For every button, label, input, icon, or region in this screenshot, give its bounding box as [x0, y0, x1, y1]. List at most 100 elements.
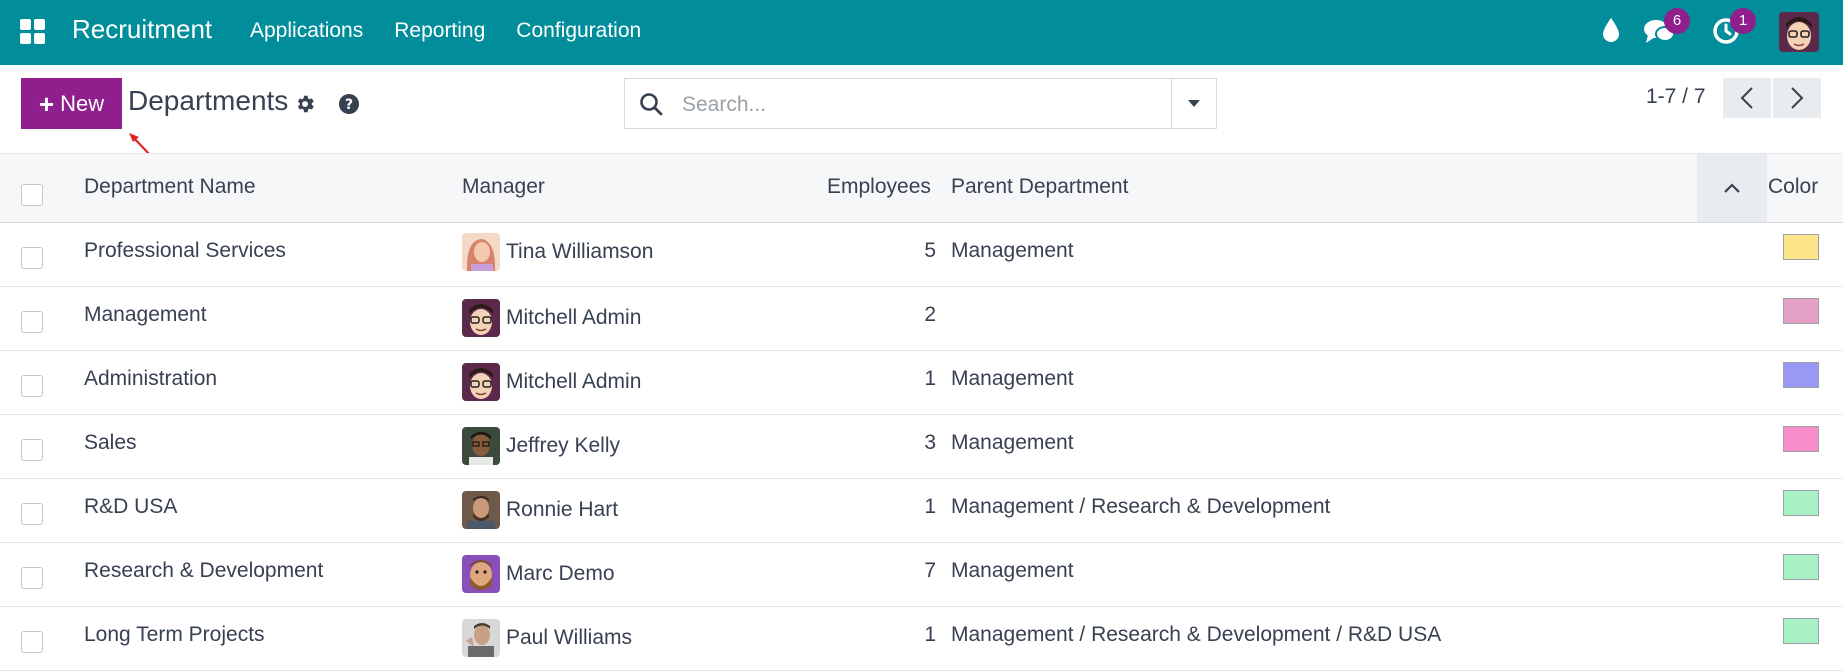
color-swatch[interactable]	[1783, 490, 1819, 516]
manager-name: Marc Demo	[506, 562, 615, 585]
table-row[interactable]: R&D USA Ronnie Hart 1 Management / Resea…	[0, 479, 1843, 543]
gear-icon[interactable]	[294, 93, 316, 115]
employee-count: 7	[924, 559, 936, 582]
manager-cell[interactable]: Tina Williamson	[462, 233, 653, 271]
color-swatch[interactable]	[1783, 618, 1819, 644]
employee-count: 1	[924, 367, 936, 390]
activities-badge: 1	[1730, 8, 1756, 34]
column-department-name[interactable]: Department Name	[84, 175, 256, 199]
parent-department[interactable]: Management / Research & Development / R&…	[951, 623, 1441, 647]
drop-icon[interactable]	[1600, 16, 1622, 44]
plus-icon: +	[38, 88, 55, 119]
manager-avatar	[462, 491, 500, 529]
employee-count: 5	[924, 239, 936, 262]
search-input[interactable]	[680, 88, 1154, 122]
apps-grid-icon[interactable]	[20, 19, 46, 45]
table-row[interactable]: Professional Services Tina Williamson 5 …	[0, 223, 1843, 287]
parent-department[interactable]: Management / Research & Development	[951, 495, 1330, 519]
manager-cell[interactable]: Ronnie Hart	[462, 491, 618, 529]
manager-avatar	[462, 363, 500, 401]
row-checkbox[interactable]	[21, 567, 43, 589]
manager-name: Tina Williamson	[506, 240, 654, 263]
manager-avatar	[462, 233, 500, 271]
manager-name: Mitchell Admin	[506, 306, 642, 329]
pager-previous-button[interactable]	[1723, 78, 1771, 118]
color-swatch[interactable]	[1783, 234, 1819, 260]
department-name[interactable]: Professional Services	[84, 239, 286, 263]
user-avatar[interactable]	[1779, 12, 1819, 52]
row-checkbox[interactable]	[21, 311, 43, 333]
manager-avatar	[462, 555, 500, 593]
manager-cell[interactable]: Mitchell Admin	[462, 363, 641, 401]
search-options-toggle[interactable]	[1171, 79, 1216, 128]
pager-next-button[interactable]	[1773, 78, 1821, 118]
row-checkbox[interactable]	[21, 439, 43, 461]
table-header: Department Name Manager Employees Parent…	[0, 153, 1843, 223]
new-button-label: New	[60, 90, 105, 116]
color-swatch[interactable]	[1783, 554, 1819, 580]
parent-department[interactable]: Management	[951, 367, 1074, 391]
column-color[interactable]: Color	[1768, 175, 1818, 199]
color-swatch[interactable]	[1783, 298, 1819, 324]
messages-badge: 6	[1664, 8, 1690, 34]
table-row[interactable]: Administration Mitchell Admin 1 Manageme…	[0, 351, 1843, 415]
row-checkbox[interactable]	[21, 375, 43, 397]
department-name[interactable]: Long Term Projects	[84, 623, 265, 647]
department-name[interactable]: Sales	[84, 431, 137, 455]
table-row[interactable]: Long Term Projects Paul Williams 1 Manag…	[0, 607, 1843, 671]
parent-department[interactable]: Management	[951, 559, 1074, 583]
employee-count: 1	[924, 623, 936, 646]
caret-down-icon	[1188, 99, 1200, 107]
manager-avatar	[462, 427, 500, 465]
pager-value[interactable]: 1-7 / 7	[1646, 85, 1706, 109]
table-row[interactable]: Research & Development Marc Demo 7 Manag…	[0, 543, 1843, 607]
employee-count: 3	[924, 431, 936, 454]
chevron-up-icon	[1724, 183, 1740, 193]
manager-cell[interactable]: Paul Williams	[462, 619, 632, 657]
table-row[interactable]: Management Mitchell Admin 2	[0, 287, 1843, 351]
department-name[interactable]: Management	[84, 303, 207, 327]
main-menu: Applications Reporting Configuration	[250, 19, 641, 43]
svg-text:?: ?	[345, 97, 353, 113]
column-sort-toggle[interactable]	[1697, 154, 1767, 222]
menu-applications[interactable]: Applications	[250, 19, 363, 43]
control-panel: + New Departments ? 1-7 / 7	[0, 65, 1843, 158]
manager-cell[interactable]: Marc Demo	[462, 555, 615, 593]
parent-department[interactable]: Management	[951, 431, 1074, 455]
manager-avatar	[462, 299, 500, 337]
menu-reporting[interactable]: Reporting	[394, 19, 485, 43]
top-navbar: Recruitment Applications Reporting Confi…	[0, 0, 1843, 65]
color-swatch[interactable]	[1783, 362, 1819, 388]
search-icon	[640, 93, 663, 116]
manager-name: Jeffrey Kelly	[506, 434, 620, 457]
select-all-checkbox[interactable]	[21, 184, 43, 206]
row-checkbox[interactable]	[21, 503, 43, 525]
new-button[interactable]: + New	[21, 78, 122, 129]
column-employees[interactable]: Employees	[827, 175, 931, 199]
row-checkbox[interactable]	[21, 247, 43, 269]
manager-name: Ronnie Hart	[506, 498, 619, 521]
chevron-right-icon	[1791, 87, 1804, 109]
employee-count: 2	[924, 303, 936, 326]
help-icon[interactable]: ?	[338, 93, 360, 115]
color-swatch[interactable]	[1783, 426, 1819, 452]
column-parent-department[interactable]: Parent Department	[951, 175, 1128, 199]
search-bar	[624, 78, 1217, 129]
department-name[interactable]: R&D USA	[84, 495, 177, 519]
department-name[interactable]: Research & Development	[84, 559, 323, 583]
employee-count: 1	[924, 495, 936, 518]
chevron-left-icon	[1740, 87, 1753, 109]
row-checkbox[interactable]	[21, 631, 43, 653]
column-manager[interactable]: Manager	[462, 175, 545, 199]
manager-cell[interactable]: Jeffrey Kelly	[462, 427, 620, 465]
manager-name: Paul Williams	[506, 626, 633, 649]
menu-configuration[interactable]: Configuration	[516, 19, 641, 43]
app-title[interactable]: Recruitment	[72, 14, 212, 45]
table-row[interactable]: Sales Jeffrey Kelly 3 Management	[0, 415, 1843, 479]
manager-cell[interactable]: Mitchell Admin	[462, 299, 641, 337]
page-title: Departments	[128, 85, 289, 116]
parent-department[interactable]: Management	[951, 239, 1074, 263]
department-name[interactable]: Administration	[84, 367, 217, 391]
manager-avatar	[462, 619, 500, 657]
manager-name: Mitchell Admin	[506, 370, 642, 393]
